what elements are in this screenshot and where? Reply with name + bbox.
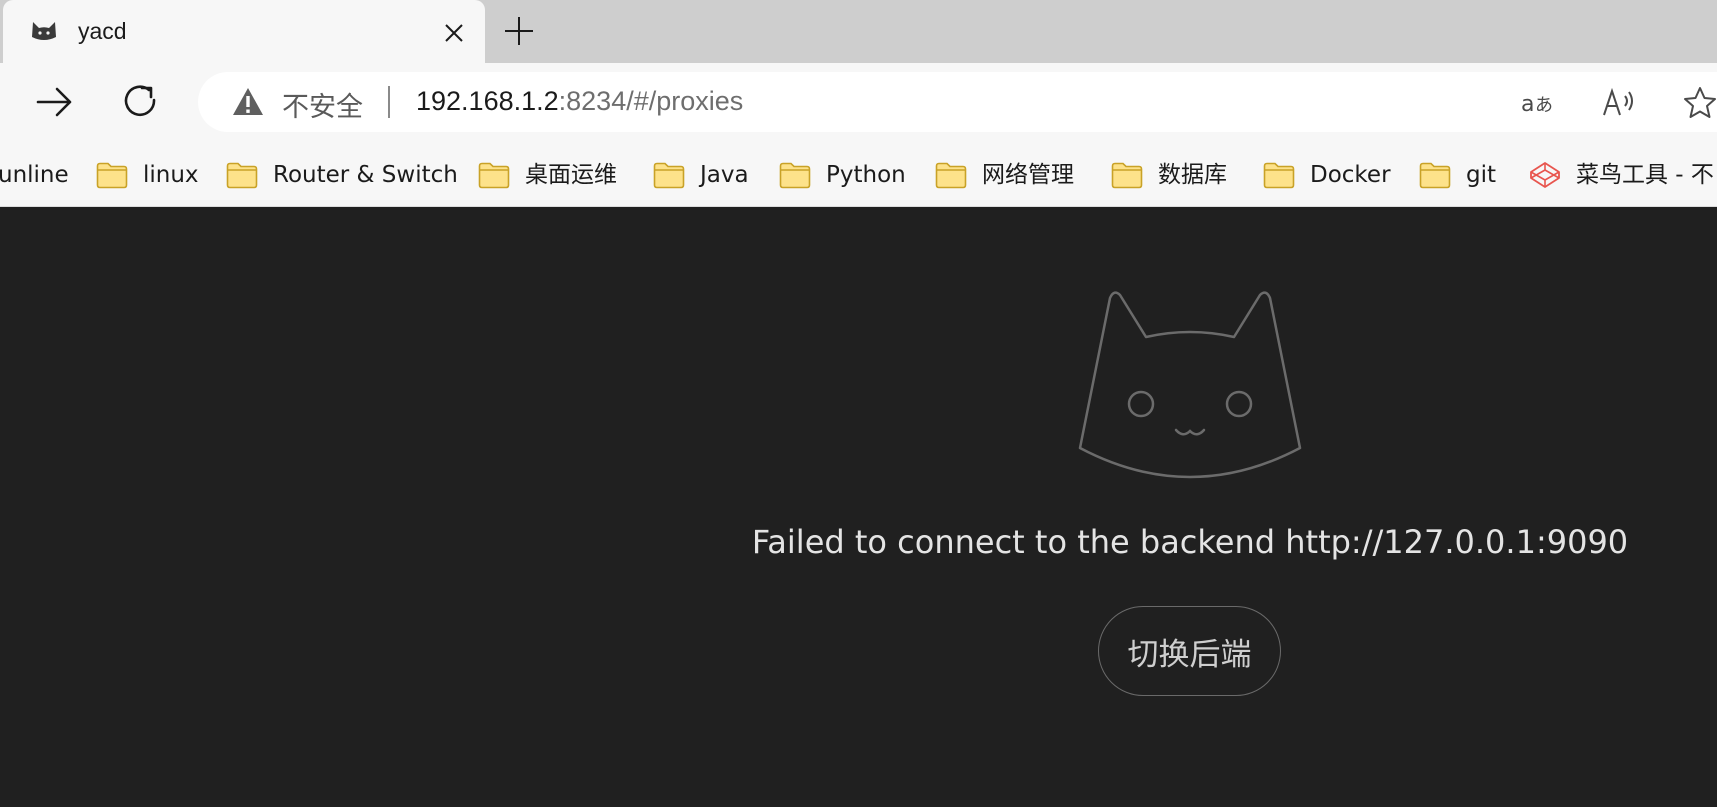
bookmark-label: 数据库: [1158, 162, 1227, 188]
bookmark-label: unline: [0, 162, 69, 188]
bookmark-label: git: [1466, 162, 1497, 188]
favorite-star-icon[interactable]: [1680, 86, 1717, 120]
translate-icon[interactable]: a あ: [1518, 86, 1558, 120]
bookmark-folder-database[interactable]: 数据库: [1111, 157, 1227, 193]
bookmark-folder-desktop-ops[interactable]: 桌面运维: [478, 157, 617, 193]
folder-icon: [935, 162, 967, 189]
url-path: :8234/#/proxies: [558, 86, 744, 116]
folder-icon: [1111, 162, 1143, 189]
bookmark-label: 网络管理: [982, 162, 1074, 188]
close-tab-icon[interactable]: [443, 22, 465, 44]
bookmark-folder-java[interactable]: Java: [653, 157, 749, 193]
tab-strip: yacd: [0, 0, 1717, 63]
bookmark-label: 菜鸟工具 - 不: [1576, 162, 1714, 188]
bookmark-folder-router-switch[interactable]: Router & Switch: [226, 157, 458, 193]
folder-icon: [1419, 162, 1451, 189]
refresh-icon[interactable]: [118, 79, 164, 125]
bookmark-label: 桌面运维: [525, 162, 617, 188]
yacd-page: Failed to connect to the backend http://…: [0, 208, 1717, 807]
folder-icon: [653, 162, 685, 189]
browser-tab[interactable]: yacd: [3, 0, 485, 63]
bookmark-label: Python: [826, 162, 906, 188]
folder-icon: [478, 162, 510, 189]
backend-error-message: Failed to connect to the backend http://…: [751, 523, 1629, 561]
not-secure-label[interactable]: 不安全: [282, 85, 363, 124]
new-tab-icon[interactable]: [502, 14, 536, 48]
bookmark-folder-linux[interactable]: linux: [96, 157, 199, 193]
url-host: 192.168.1.2: [416, 86, 559, 116]
bookmark-folder-docker[interactable]: Docker: [1263, 157, 1391, 193]
address-bar[interactable]: 不安全 192.168.1.2:8234/#/proxies a あ: [198, 72, 1717, 132]
bookmark-folder-git[interactable]: git: [1419, 157, 1496, 193]
address-separator: [388, 86, 390, 118]
folder-icon: [226, 162, 258, 189]
tab-title: yacd: [78, 18, 127, 44]
bookmarks-bar: unline linux Router & Switch 桌面运维 Java P…: [0, 143, 1717, 207]
switch-backend-button[interactable]: 切换后端: [1098, 606, 1281, 696]
bookmark-runoob-tools[interactable]: 菜鸟工具 - 不: [1529, 157, 1714, 193]
bookmark-label: Router & Switch: [273, 162, 458, 188]
folder-icon: [96, 162, 128, 189]
bookmark-label: Java: [700, 162, 749, 188]
folder-icon: [1263, 162, 1295, 189]
warning-icon[interactable]: [232, 87, 264, 117]
bookmark-unline[interactable]: unline: [0, 157, 69, 193]
bookmark-label: Docker: [1310, 162, 1391, 188]
bookmark-label: linux: [143, 162, 199, 188]
folder-icon: [779, 162, 811, 189]
svg-text:a: a: [1521, 92, 1534, 117]
browser-toolbar: 不安全 192.168.1.2:8234/#/proxies a あ: [0, 63, 1717, 143]
forward-arrow-icon[interactable]: [31, 79, 77, 125]
codepen-icon: [1530, 162, 1560, 188]
yacd-cat-logo-icon: [1078, 291, 1302, 479]
bookmark-folder-network-mgmt[interactable]: 网络管理: [935, 157, 1074, 193]
bookmark-folder-python[interactable]: Python: [779, 157, 906, 193]
read-aloud-icon[interactable]: [1600, 86, 1640, 120]
url-text[interactable]: 192.168.1.2:8234/#/proxies: [416, 86, 743, 117]
yacd-cat-favicon-icon: [32, 22, 56, 40]
svg-text:あ: あ: [1535, 95, 1553, 116]
